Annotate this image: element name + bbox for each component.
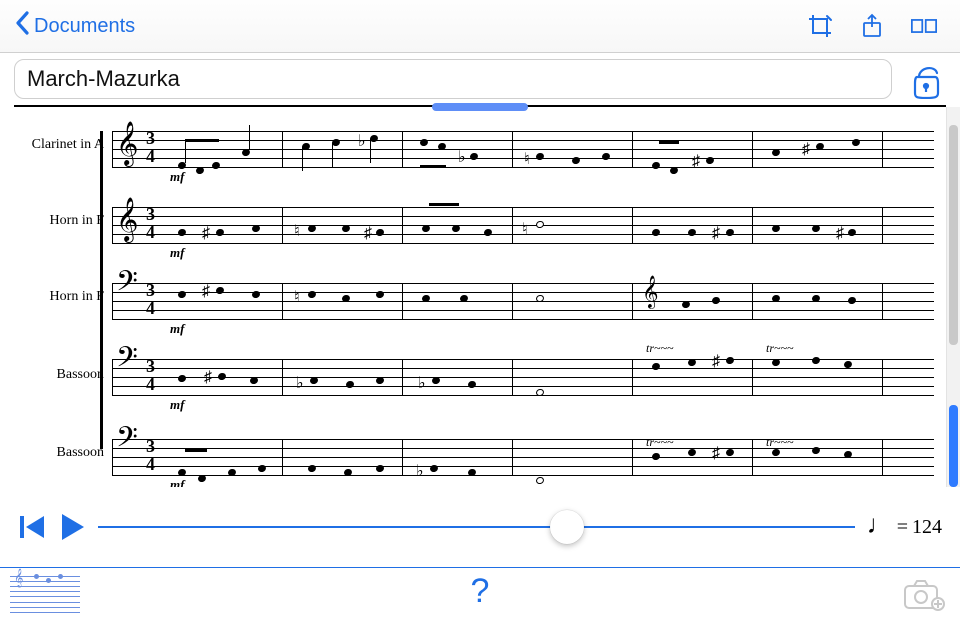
- sharp-icon: ♯: [712, 353, 720, 371]
- quarter-note-icon: ♩: [867, 510, 893, 540]
- sharp-icon: ♯: [204, 369, 212, 387]
- treble-clef-icon: 𝄞: [116, 125, 138, 163]
- vertical-scrollbar[interactable]: [946, 107, 960, 487]
- dynamic-marking: mf: [170, 477, 184, 487]
- time-signature: 34: [146, 205, 155, 241]
- staff-lines: 𝄢 34 mf ♯ ♮ 𝄞: [112, 283, 934, 319]
- topbar: Documents: [0, 0, 960, 53]
- score-canvas[interactable]: Clarinet in A 𝄞 34 mf: [0, 107, 946, 487]
- trill-icon: tr~~~: [766, 435, 793, 450]
- instrument-label: Horn in F: [12, 289, 104, 305]
- natural-icon: ♮: [522, 219, 528, 239]
- instrument-label: Horn in F: [12, 213, 104, 229]
- score-thumbnail-button[interactable]: 𝄞: [10, 572, 80, 618]
- play-button[interactable]: [58, 512, 86, 542]
- title-row: [0, 53, 960, 105]
- time-signature: 34: [146, 281, 155, 317]
- instrument-label: Clarinet in A: [12, 137, 104, 153]
- camera-add-button[interactable]: [902, 578, 946, 612]
- natural-icon: ♮: [294, 287, 300, 307]
- scrollbar-thumb[interactable]: [949, 125, 958, 345]
- bottom-toolbar: 𝄞 ?: [0, 567, 960, 635]
- chevron-left-icon: [14, 10, 32, 42]
- flat-icon: ♭: [458, 147, 466, 167]
- sharp-icon: ♯: [712, 225, 720, 243]
- flat-icon: ♭: [416, 461, 424, 481]
- back-button[interactable]: Documents: [14, 10, 135, 42]
- staff-lines: 𝄞 34 mf ♯ ♮ ♯: [112, 207, 934, 243]
- trill-icon: tr~~~: [766, 341, 793, 356]
- document-title-input[interactable]: [14, 59, 892, 99]
- tempo-display[interactable]: ♩ = 124: [867, 512, 942, 542]
- dynamic-marking: mf: [170, 321, 184, 337]
- slider-track: [98, 526, 855, 528]
- instrument-label: Bassoon: [12, 367, 104, 383]
- slider-thumb[interactable]: [550, 510, 584, 544]
- staff-lines: 𝄢 34 mf ♯ ♭ ♭ tr~~: [112, 359, 934, 395]
- sharp-icon: ♯: [712, 445, 720, 463]
- scrollbar-thumb-active[interactable]: [949, 405, 958, 487]
- share-icon[interactable]: [850, 4, 894, 48]
- lock-toggle[interactable]: [906, 59, 946, 99]
- transport-bar: ♩ = 124: [0, 487, 960, 567]
- time-signature: 34: [146, 129, 155, 165]
- playback-slider[interactable]: [98, 512, 855, 542]
- dynamic-marking: mf: [170, 397, 184, 413]
- time-signature: 34: [146, 357, 155, 393]
- treble-clef-icon: 𝄞: [116, 201, 138, 239]
- score-area: Clarinet in A 𝄞 34 mf: [0, 107, 960, 487]
- dynamic-marking: mf: [170, 245, 184, 261]
- bass-clef-icon: 𝄢: [116, 345, 138, 379]
- staff-lines: 𝄞 34 mf ♭: [112, 131, 934, 167]
- layout-split-icon[interactable]: [902, 4, 946, 48]
- tempo-value: 124: [912, 516, 942, 539]
- sharp-icon: ♯: [202, 225, 210, 243]
- staff-lines: 𝄢 34 mf ♭ tr~~~: [112, 439, 934, 475]
- flat-icon: ♭: [296, 373, 304, 393]
- sharp-icon: ♯: [202, 283, 210, 301]
- bass-clef-icon: 𝄢: [116, 269, 138, 303]
- bass-clef-icon: 𝄢: [116, 425, 138, 459]
- treble-clef-icon: 𝄞: [642, 279, 659, 307]
- sharp-icon: ♯: [802, 141, 810, 159]
- crop-icon[interactable]: [798, 4, 842, 48]
- natural-icon: ♮: [294, 221, 300, 241]
- rewind-button[interactable]: [18, 512, 46, 542]
- flat-icon: ♭: [358, 131, 366, 151]
- instrument-label: Bassoon: [12, 445, 104, 461]
- trill-icon: tr~~~: [646, 435, 673, 450]
- sharp-icon: ♯: [364, 225, 372, 243]
- natural-icon: ♮: [524, 149, 530, 169]
- back-label: Documents: [34, 15, 135, 38]
- unlock-icon: [909, 59, 943, 99]
- sharp-icon: ♯: [692, 153, 700, 171]
- dynamic-marking: mf: [170, 169, 184, 185]
- sharp-icon: ♯: [836, 225, 844, 243]
- time-signature: 34: [146, 437, 155, 473]
- help-button[interactable]: ?: [471, 572, 490, 611]
- tempo-equals: =: [897, 516, 908, 539]
- flat-icon: ♭: [418, 373, 426, 393]
- trill-icon: tr~~~: [646, 341, 673, 356]
